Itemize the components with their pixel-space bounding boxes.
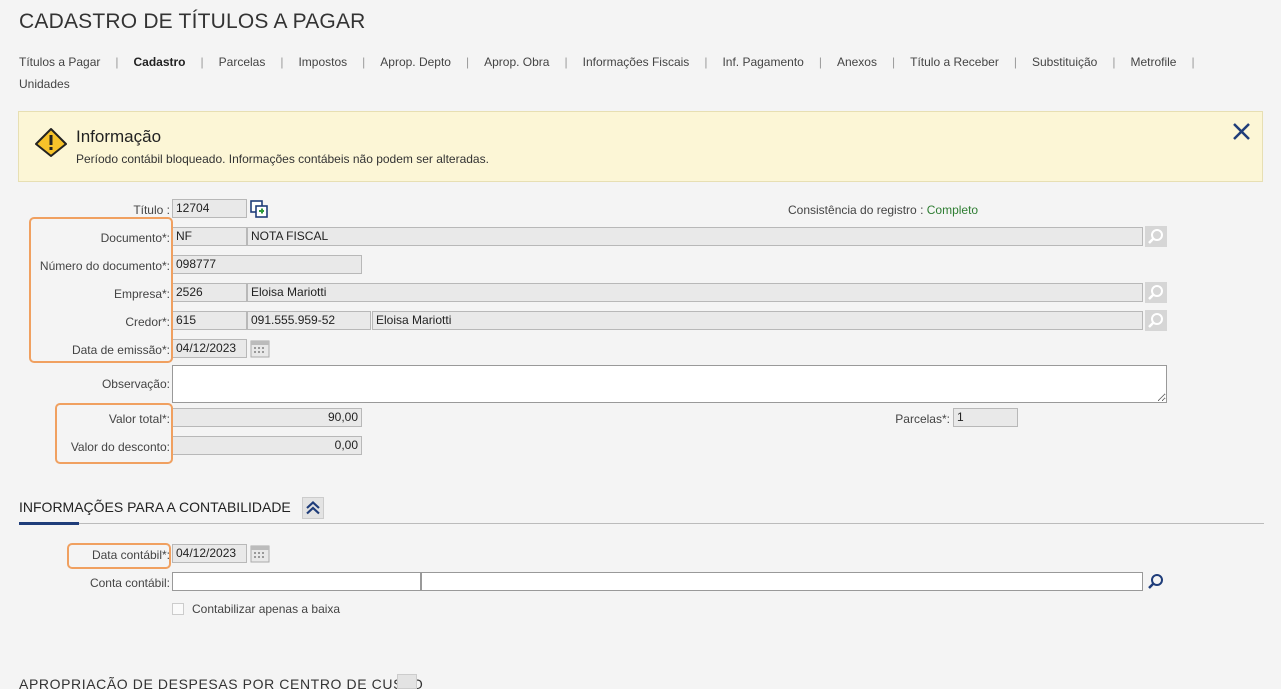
tab-bar: Títulos a Pagar | Cadastro | Parcelas | Impost… — [19, 51, 1259, 95]
tab-metrofile[interactable]: Metrofile — [1130, 51, 1176, 73]
tab-parcelas[interactable]: Parcelas — [219, 51, 266, 73]
tab-unidades[interactable]: Unidades — [19, 73, 70, 95]
data-contabil-field[interactable]: 04/12/2023 — [172, 544, 247, 563]
highlight-box — [55, 403, 173, 464]
section-divider-accent — [19, 522, 79, 525]
consistencia-status: Consistência do registro : Completo — [788, 203, 978, 217]
chevron-up-icon — [306, 501, 320, 515]
info-alert: Informação Período contábil bloqueado. I… — [18, 111, 1263, 182]
conta-contabil-label: Conta contábil: — [89, 576, 170, 590]
consistencia-label: Consistência do registro : — [788, 203, 924, 217]
page: CADASTRO DE TÍTULOS A PAGAR Títulos a Pa… — [0, 0, 1281, 689]
titulo-field[interactable]: 12704 — [172, 199, 247, 218]
data-emissao-field[interactable]: 04/12/2023 — [172, 339, 247, 358]
tab-substituicao[interactable]: Substituição — [1032, 51, 1097, 73]
valor-desconto-field[interactable]: 0,00 — [172, 436, 362, 455]
credor-code-field[interactable]: 615 — [172, 311, 247, 330]
conta-contabil-code-field[interactable] — [172, 572, 421, 591]
tab-separator: | — [362, 55, 366, 69]
observacao-textarea[interactable] — [172, 365, 1167, 403]
tab-impostos[interactable]: Impostos — [298, 51, 347, 73]
parcelas-field[interactable]: 1 — [953, 408, 1018, 427]
alert-title: Informação — [76, 127, 162, 146]
tab-separator: | — [280, 55, 284, 69]
parcelas-label: Parcelas*: — [895, 412, 950, 426]
credor-cpf-field[interactable]: 091.555.959-52 — [247, 311, 371, 330]
documento-search-button[interactable] — [1145, 226, 1167, 247]
documento-code-field[interactable]: NF — [172, 227, 247, 246]
titulo-label: Título : — [133, 203, 170, 217]
conta-contabil-desc-field[interactable] — [421, 572, 1143, 591]
tab-titulos-a-pagar[interactable]: Títulos a Pagar — [19, 51, 100, 73]
tab-aprop-depto[interactable]: Aprop. Depto — [380, 51, 451, 73]
copy-icon[interactable] — [250, 200, 268, 218]
numero-documento-field[interactable]: 098777 — [172, 255, 362, 274]
tab-inf-pagamento[interactable]: Inf. Pagamento — [722, 51, 803, 73]
tab-separator: | — [564, 55, 568, 69]
tab-separator: | — [704, 55, 708, 69]
search-icon — [1148, 313, 1163, 328]
tab-separator: | — [200, 55, 204, 69]
close-icon[interactable] — [1231, 121, 1252, 142]
data-contabil-label: Data contábil*: — [91, 548, 170, 562]
empresa-search-button[interactable] — [1145, 282, 1167, 303]
tab-separator: | — [818, 55, 822, 69]
section-divider — [19, 523, 1264, 524]
tab-separator: | — [1112, 55, 1116, 69]
tab-separator: | — [891, 55, 896, 69]
tab-informacoes-fiscais[interactable]: Informações Fiscais — [583, 51, 690, 73]
empresa-desc-field[interactable]: Eloisa Mariotti — [247, 283, 1143, 302]
alert-message: Período contábil bloqueado. Informações … — [76, 152, 489, 166]
page-title: CADASTRO DE TÍTULOS A PAGAR — [19, 10, 366, 33]
section-title-contabilidade: INFORMAÇÕES PARA A CONTABILIDADE — [19, 499, 291, 515]
valor-total-field[interactable]: 90,00 — [172, 408, 362, 427]
calendar-icon[interactable] — [250, 339, 270, 358]
contabilizar-checkbox[interactable] — [172, 603, 184, 615]
empresa-code-field[interactable]: 2526 — [172, 283, 247, 302]
observacao-label: Observação: — [101, 377, 170, 391]
tab-aprop-obra[interactable]: Aprop. Obra — [484, 51, 549, 73]
tab-separator: | — [1191, 55, 1195, 69]
warning-icon — [34, 127, 68, 157]
conta-contabil-search-button[interactable] — [1145, 571, 1167, 592]
tab-separator: | — [465, 55, 470, 69]
search-icon — [1148, 229, 1163, 244]
tab-anexos[interactable]: Anexos — [837, 51, 877, 73]
tab-separator: | — [115, 55, 119, 69]
section-title-apropriacao: APROPRIAÇÃO DE DESPESAS POR CENTRO DE CU… — [19, 676, 424, 689]
documento-desc-field[interactable]: NOTA FISCAL — [247, 227, 1143, 246]
credor-desc-field[interactable]: Eloisa Mariotti — [372, 311, 1143, 330]
credor-search-button[interactable] — [1145, 310, 1167, 331]
tab-cadastro[interactable]: Cadastro — [134, 51, 186, 73]
collapse-button[interactable] — [397, 674, 417, 689]
search-icon — [1148, 285, 1163, 300]
contabilizar-label: Contabilizar apenas a baixa — [192, 602, 341, 616]
calendar-icon[interactable] — [250, 544, 270, 563]
consistencia-value: Completo — [926, 203, 979, 217]
search-icon — [1148, 574, 1163, 589]
highlight-box — [29, 217, 173, 363]
tab-titulo-a-receber[interactable]: Título a Receber — [910, 51, 999, 73]
collapse-button[interactable] — [302, 497, 324, 519]
tab-separator: | — [1013, 55, 1017, 69]
